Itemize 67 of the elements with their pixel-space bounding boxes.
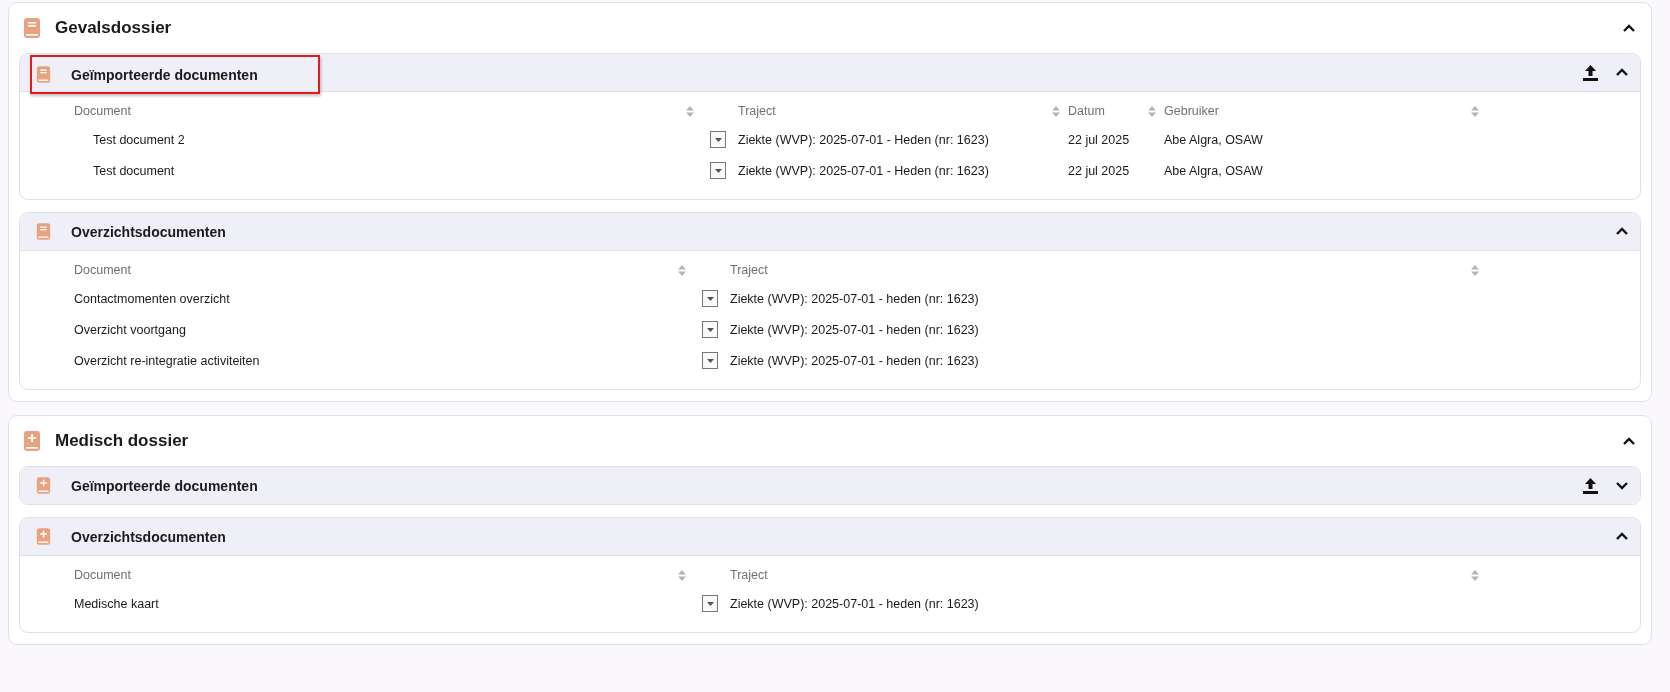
upload-icon — [1583, 64, 1598, 81]
medical-book-icon — [36, 477, 51, 494]
sort-icon — [1471, 105, 1479, 117]
dossier-title: Medisch dossier — [55, 431, 190, 451]
column-header[interactable]: Gebruiker — [1164, 104, 1219, 118]
table-cell: Test document — [93, 163, 175, 178]
column-header[interactable]: Document — [74, 568, 131, 582]
book-icon — [23, 18, 41, 38]
dropdown-button[interactable] — [702, 321, 718, 338]
chevron-up-icon — [1623, 436, 1635, 446]
caret-icon — [706, 327, 714, 332]
panel-title: Overzichtsdocumenten — [71, 223, 226, 240]
dropdown-button[interactable] — [702, 290, 718, 307]
sort-icon — [1052, 105, 1060, 117]
chevron-down-icon — [1616, 481, 1628, 490]
column-header[interactable]: Traject — [730, 568, 768, 582]
chevron-up-icon — [1616, 227, 1628, 236]
table-cell: Ziekte (WVP): 2025-07-01 - heden (nr: 1623) — [730, 353, 979, 368]
upload-icon — [1583, 477, 1598, 494]
book-icon — [36, 66, 51, 83]
column-header[interactable]: Traject — [730, 263, 768, 277]
column-header[interactable]: Document — [74, 104, 131, 118]
table-cell: Abe Algra, OSAW — [1164, 163, 1263, 178]
column-header[interactable]: Traject — [738, 104, 776, 118]
column-header[interactable]: Datum — [1068, 104, 1105, 118]
dropdown-button[interactable] — [702, 595, 718, 612]
table-cell: Abe Algra, OSAW — [1164, 132, 1263, 147]
table-cell: Overzicht re-integratie activiteiten — [74, 353, 260, 368]
table-cell: 22 jul 2025 — [1068, 132, 1130, 147]
caret-icon — [706, 601, 714, 606]
chevron-up-icon — [1616, 68, 1628, 77]
book-icon — [36, 223, 51, 240]
sort-icon — [678, 264, 686, 276]
table-cell: Overzicht voortgang — [74, 322, 186, 337]
dropdown-button[interactable] — [702, 352, 718, 369]
upload-button[interactable] — [1583, 64, 1598, 81]
dropdown-button[interactable] — [710, 162, 726, 179]
table-cell: Ziekte (WVP): 2025-07-01 - Heden (nr: 1623) — [738, 163, 989, 178]
table-cell: Ziekte (WVP): 2025-07-01 - Heden (nr: 1623) — [738, 132, 989, 147]
panel-title: Geïmporteerde documenten — [71, 66, 258, 83]
table-cell: Contactmomenten overzicht — [74, 291, 230, 306]
panel-title: Overzichtsdocumenten — [71, 528, 226, 545]
column-header[interactable]: Document — [74, 263, 131, 277]
table-cell: Test document 2 — [93, 132, 185, 147]
table-cell: Ziekte (WVP): 2025-07-01 - heden (nr: 1623) — [730, 596, 979, 611]
caret-icon — [714, 137, 722, 142]
sort-icon — [678, 569, 686, 581]
sort-icon — [1148, 105, 1156, 117]
table-cell: Medische kaart — [74, 596, 159, 611]
chevron-up-icon — [1616, 532, 1628, 541]
panel-title: Geïmporteerde documenten — [71, 477, 258, 494]
caret-icon — [706, 296, 714, 301]
table-cell: 22 jul 2025 — [1068, 163, 1130, 178]
chevron-up-icon — [1623, 23, 1635, 33]
table-cell: Ziekte (WVP): 2025-07-01 - heden (nr: 1623) — [730, 291, 979, 306]
caret-icon — [714, 168, 722, 173]
medical-book-icon — [36, 528, 51, 545]
sort-icon — [1471, 569, 1479, 581]
caret-icon — [706, 358, 714, 363]
medical-book-icon — [23, 431, 41, 451]
table-cell: Ziekte (WVP): 2025-07-01 - heden (nr: 1623) — [730, 322, 979, 337]
dropdown-button[interactable] — [710, 131, 726, 148]
sort-icon — [686, 105, 694, 117]
upload-button[interactable] — [1583, 477, 1598, 494]
expand-button[interactable] — [1614, 479, 1630, 492]
dossier-title: Gevalsdossier — [55, 18, 173, 38]
sort-icon — [1471, 264, 1479, 276]
